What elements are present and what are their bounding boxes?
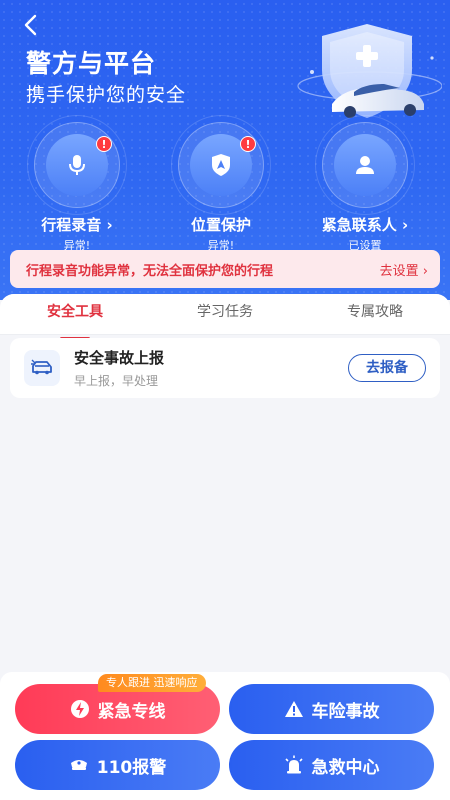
button-label: 110报警 [96, 757, 167, 778]
page-title: 警方与平台 [26, 49, 157, 78]
car-accident-icon [31, 359, 52, 375]
feature-location-protection[interactable]: ! 位置保护 异常! [166, 115, 276, 253]
siren-icon [284, 755, 303, 774]
feature-label: 位置保护 [190, 216, 251, 234]
page-subtitle: 携手保护您的安全 [26, 84, 187, 106]
tab-exclusive-guide[interactable]: 专属攻略 [300, 296, 450, 334]
accident-report-card: 安全事故上报 早上报，早处理 去报备 [10, 338, 440, 398]
button-label: 急救中心 [311, 757, 380, 778]
feature-trip-recording[interactable]: ! 行程录音 › 异常! [22, 115, 132, 253]
person-icon [356, 156, 374, 174]
alert-text: 行程录音功能异常，无法全面保护您的行程 [26, 263, 274, 279]
promo-bubble: 专人跟进 迅速响应 [98, 674, 206, 692]
divider [0, 334, 450, 335]
alert-badge: ! [240, 136, 256, 152]
police-110-button[interactable]: 110报警 [15, 740, 220, 790]
lightning-icon [70, 700, 89, 718]
feature-emergency-contact[interactable]: 紧急联系人 › 已设置 [310, 115, 420, 253]
tab-safety-tools[interactable]: 安全工具 [0, 296, 150, 340]
card-desc: 早上报，早处理 [74, 374, 159, 388]
go-settings-link[interactable]: 去设置 › [380, 260, 428, 279]
police-cap-icon [70, 760, 87, 770]
feature-label: 紧急联系人 › [321, 216, 409, 234]
car-insurance-accident-button[interactable]: 车险事故 [229, 684, 434, 734]
report-button[interactable]: 去报备 [348, 354, 426, 382]
first-aid-center-button[interactable]: 急救中心 [229, 740, 434, 790]
back-icon[interactable] [18, 12, 44, 38]
alert-badge: ! [96, 136, 112, 152]
button-label: 车险事故 [311, 701, 380, 722]
button-label: 紧急专线 [97, 701, 166, 722]
location-shield-icon [212, 154, 230, 176]
tab-learning-tasks[interactable]: 学习任务 [150, 296, 300, 334]
shield-car-illustration-icon [297, 24, 442, 118]
tab-bar: 安全工具 学习任务 专属攻略 [0, 294, 450, 340]
warning-icon [284, 701, 303, 717]
microphone-icon [69, 155, 85, 175]
recording-alert-banner[interactable]: 行程录音功能异常，无法全面保护您的行程 去设置 › [10, 250, 440, 288]
feature-label: 行程录音 › [41, 216, 113, 234]
card-title: 安全事故上报 [74, 349, 165, 367]
